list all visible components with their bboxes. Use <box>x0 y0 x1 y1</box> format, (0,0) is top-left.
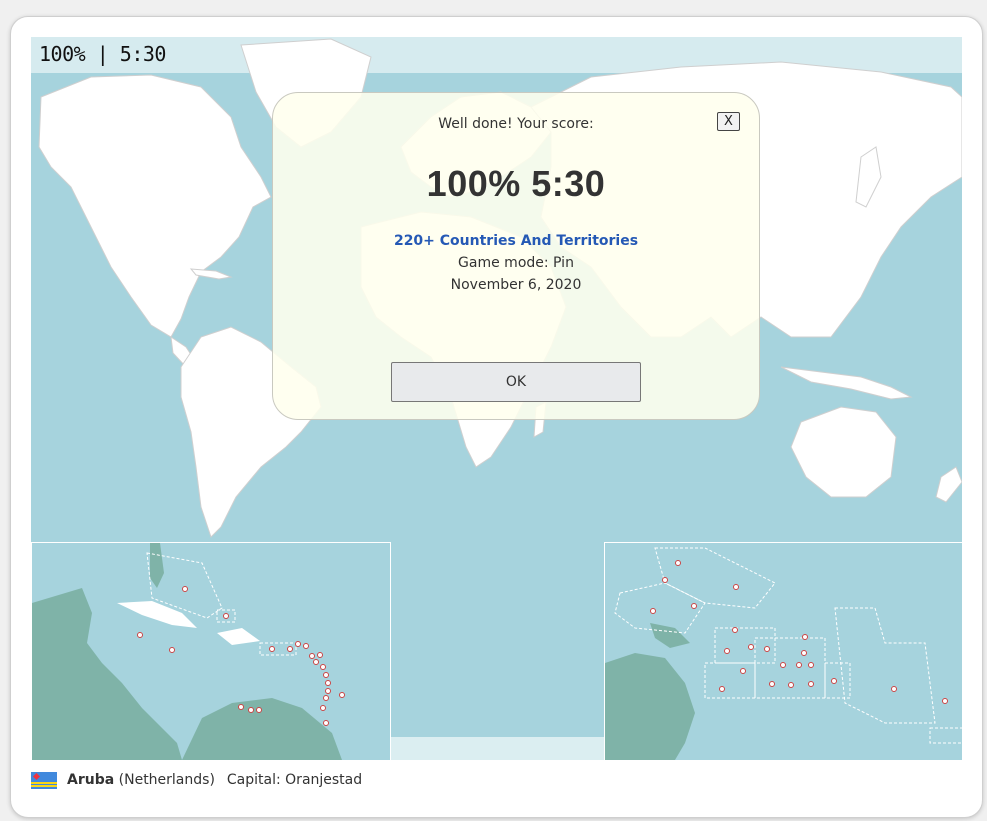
aruba-flag-icon <box>31 771 57 789</box>
final-score: 100% 5:30 <box>426 163 606 204</box>
ok-button[interactable]: OK <box>391 362 641 402</box>
pacific-inset[interactable] <box>604 542 962 760</box>
score-timer-status: 100% | 5:30 <box>39 42 166 66</box>
game-card: 100% | 5:30 Well done! Your score: X 100… <box>10 16 983 818</box>
sovereign-name: (Netherlands) <box>118 772 215 788</box>
capital-label: Capital: Oranjestad <box>226 772 363 788</box>
current-country-footer: Aruba (Netherlands) Capital: Oranjestad <box>31 769 362 791</box>
pacific-inset-svg[interactable] <box>605 543 962 760</box>
close-button[interactable]: X <box>717 112 740 131</box>
game-date: November 6, 2020 <box>450 277 582 293</box>
caribbean-inset-svg[interactable] <box>32 543 390 760</box>
quiz-title-link[interactable]: 220+ Countries And Territories <box>273 233 759 249</box>
country-name: Aruba <box>67 772 115 788</box>
dialog-subtitle: Well done! Your score: <box>438 116 594 132</box>
caribbean-inset[interactable] <box>31 542 391 760</box>
score-dialog: Well done! Your score: X 100% 5:30 220+ … <box>272 92 760 420</box>
game-mode-label: Game mode: Pin <box>458 255 574 271</box>
